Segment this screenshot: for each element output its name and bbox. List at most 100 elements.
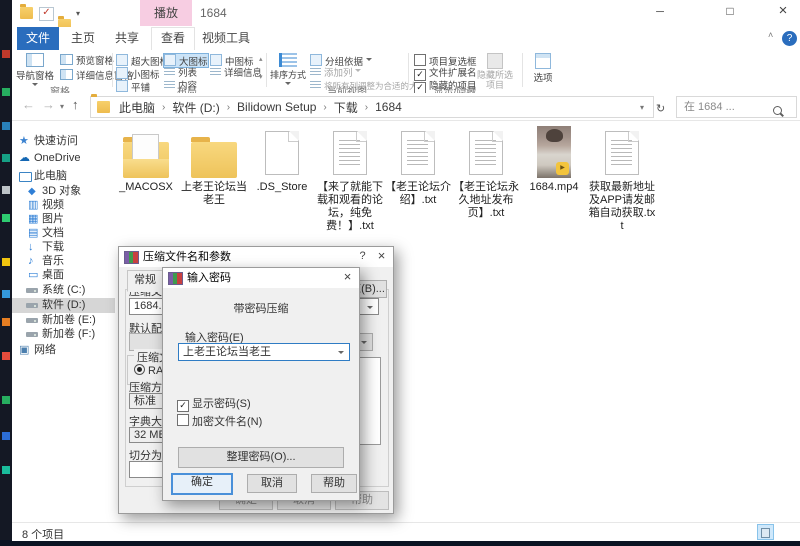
help-icon[interactable] (782, 31, 797, 46)
password-dialog-title: 输入密码 (187, 272, 231, 284)
tab-video-tools[interactable]: 视频工具 (197, 27, 255, 50)
text-file-icon (605, 131, 639, 175)
encrypt-names-checkbox[interactable]: 加密文件名(N) (177, 413, 262, 429)
view-details[interactable]: 详细信息 (210, 67, 262, 80)
close-button[interactable] (766, 0, 800, 24)
file-item-folder[interactable]: 上老王论坛当老王 (180, 126, 248, 207)
file-item-txt-1[interactable]: 【来了就能下载和观看的论坛，纯免费！】.txt (316, 126, 384, 233)
group-by-button[interactable]: 分组依据 (310, 54, 372, 68)
group-separator (112, 53, 113, 87)
desktop-icon (2, 154, 10, 162)
file-name: .DS_Store (256, 181, 308, 193)
view-large-icons[interactable]: 大图标 (163, 53, 209, 68)
dialog-close-icon[interactable] (339, 269, 356, 286)
back-button[interactable]: ← (22, 97, 35, 112)
file-item-txt-3[interactable]: 【老王论坛永久地址发布页】.txt (452, 126, 520, 220)
refresh-icon[interactable] (656, 99, 665, 117)
tab-file[interactable]: 文件 (17, 27, 59, 50)
dialog-close-icon[interactable] (373, 248, 390, 265)
view-medium-icons[interactable]: 中图标 (210, 54, 254, 68)
group-separator (522, 53, 523, 87)
sidebar-item-volume-e[interactable]: 新加卷 (E:) (12, 313, 115, 328)
screen: { "titlebar": { "contextual_header": "播放… (0, 0, 800, 546)
layout-scroll-up-icon[interactable]: ▴ (259, 56, 263, 64)
sidebar-item-documents[interactable]: 文档 (12, 226, 115, 241)
film-icon (28, 199, 38, 212)
sidebar-item-videos[interactable]: 视频 (12, 198, 115, 213)
breadcrumb-1684[interactable]: 1684 (368, 100, 409, 114)
tab-home[interactable]: 主页 (63, 27, 103, 50)
password-help-button[interactable]: 帮助 (311, 474, 357, 493)
checkbox-checked-icon (177, 400, 189, 412)
properties-qat-icon[interactable] (39, 7, 54, 21)
details-pane-icon (60, 69, 73, 80)
hide-selected-icon (487, 53, 503, 69)
desktop-icon (2, 88, 10, 96)
options-button[interactable]: 选项 (526, 51, 560, 91)
collapse-ribbon-icon[interactable] (768, 30, 773, 40)
music-icon (28, 255, 34, 268)
tab-general[interactable]: 常规 (127, 270, 163, 292)
minimize-button[interactable] (643, 0, 677, 24)
view-xl-icons[interactable]: 超大图标 (116, 54, 169, 68)
file-item-video[interactable]: 1684.mp4 (520, 126, 588, 194)
file-item-macosx[interactable]: _MACOSX (112, 126, 180, 194)
breadcrumb-drive-d[interactable]: 软件 (D:) (165, 99, 226, 116)
view-small-icons[interactable]: 小图标 (116, 67, 160, 81)
thumbnail-view-toggle[interactable] (757, 524, 774, 540)
sidebar-item-software-d[interactable]: 软件 (D:) (12, 298, 115, 313)
documents-icon (28, 227, 38, 240)
file-item-txt-2[interactable]: 【老王论坛介绍】.txt (384, 126, 452, 207)
nav-pane-icon (26, 53, 44, 67)
sort-by-button[interactable]: 排序方式 (269, 51, 307, 91)
desktop-icon (28, 269, 38, 282)
desktop-icon (2, 122, 10, 130)
details-view-toggle[interactable] (740, 525, 755, 539)
dialog-help-icon[interactable] (355, 248, 370, 265)
breadcrumb-bilidown-setup[interactable]: Bilidown Setup (230, 100, 323, 114)
tab-view[interactable]: 查看 (151, 27, 195, 51)
sidebar-item-volume-f[interactable]: 新加卷 (F:) (12, 327, 115, 342)
qat-customize-icon[interactable] (76, 9, 80, 18)
desktop-icon (2, 214, 10, 222)
file-extensions-checkbox[interactable]: 文件扩展名 (414, 67, 477, 81)
video-thumbnail (537, 126, 571, 178)
layout-scroll-down-icon[interactable]: ▾ (259, 74, 263, 82)
history-dropdown-icon[interactable]: ▾ (60, 102, 64, 111)
sidebar-item-onedrive[interactable]: OneDrive (12, 151, 115, 166)
maximize-button[interactable] (713, 0, 747, 24)
up-button[interactable]: ↑ (72, 97, 79, 112)
play-badge-icon (556, 162, 569, 175)
sidebar-item-3d-objects[interactable]: 3D 对象 (12, 184, 115, 199)
password-combobox[interactable]: 上老王论坛当老王 (178, 343, 350, 361)
pictures-icon (28, 213, 38, 226)
sidebar-item-quick-access[interactable]: 快速访问 (12, 134, 115, 149)
file-item-ds-store[interactable]: .DS_Store (248, 126, 316, 194)
forward-button[interactable]: → (42, 97, 55, 112)
breadcrumb-downloads[interactable]: 下载 (327, 99, 365, 116)
folder-icon (191, 137, 237, 178)
sidebar-item-network[interactable]: 网络 (12, 343, 115, 358)
show-password-checkbox[interactable]: 显示密码(S) (177, 395, 251, 412)
sidebar-item-pictures[interactable]: 图片 (12, 212, 115, 227)
explorer-icon[interactable] (20, 4, 33, 19)
password-cancel-button[interactable]: 取消 (247, 474, 297, 493)
sidebar-item-this-pc[interactable]: 此电脑 (12, 169, 115, 184)
sidebar-item-music[interactable]: 音乐 (12, 254, 115, 269)
address-dropdown-icon[interactable]: ▾ (640, 103, 644, 112)
item-checkboxes-checkbox[interactable]: 项目复选框 (414, 54, 477, 68)
sidebar-item-downloads[interactable]: 下载 (12, 240, 115, 255)
view-tiles[interactable]: 平铺 (116, 80, 150, 94)
sidebar-item-desktop[interactable]: 桌面 (12, 268, 115, 283)
search-input[interactable]: 在 1684 ... (676, 96, 797, 118)
contextual-tab-header[interactable]: 播放 (140, 0, 192, 26)
file-item-txt-4[interactable]: 获取最新地址及APP请发邮箱自动获取.txt (588, 126, 656, 233)
breadcrumb-this-pc[interactable]: 此电脑 (112, 99, 162, 116)
tab-share[interactable]: 共享 (107, 27, 147, 50)
view-list[interactable]: 列表 (164, 67, 197, 80)
sidebar-item-system-c[interactable]: 系统 (C:) (12, 283, 115, 298)
desktop-icon (2, 432, 10, 440)
organize-passwords-button[interactable]: 整理密码(O)... (178, 447, 344, 468)
password-ok-button[interactable]: 确定 (171, 473, 233, 495)
preview-pane-button[interactable]: 预览窗格 (60, 54, 114, 67)
